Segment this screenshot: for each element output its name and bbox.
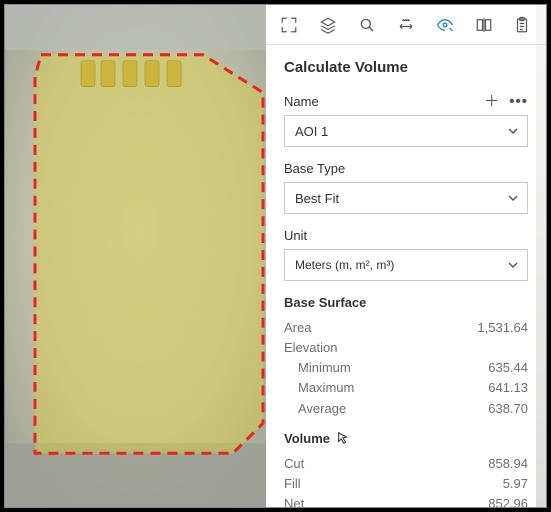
- panel-title: Calculate Volume: [284, 59, 528, 76]
- avg-value: 638.70: [488, 399, 528, 419]
- aoi-options-icon[interactable]: •••: [509, 94, 528, 109]
- chevron-down-icon: [507, 259, 519, 271]
- name-select[interactable]: AOI 1: [284, 115, 528, 147]
- area-value: 1,531.64: [477, 318, 528, 338]
- fill-label: Fill: [284, 474, 301, 494]
- chevron-down-icon: [507, 192, 519, 204]
- fill-value: 5.97: [503, 474, 528, 494]
- net-label: Net: [284, 494, 304, 507]
- min-value: 635.44: [488, 358, 528, 378]
- layers-tool[interactable]: [311, 8, 345, 42]
- unit-label: Unit: [284, 228, 307, 243]
- chevron-down-icon: [507, 125, 519, 137]
- search-tool[interactable]: [350, 8, 384, 42]
- unit-value: Meters (m, m², m³): [295, 258, 394, 272]
- map-canvas[interactable]: [5, 5, 275, 507]
- net-value: 852.96: [488, 494, 528, 507]
- toolbar: [266, 5, 546, 45]
- base-type-select[interactable]: Best Fit: [284, 182, 528, 214]
- area-label: Area: [284, 318, 311, 338]
- unit-select[interactable]: Meters (m, m², m³): [284, 249, 528, 281]
- cut-label: Cut: [284, 454, 304, 474]
- elevation-label: Elevation: [284, 338, 337, 358]
- base-type-label: Base Type: [284, 161, 345, 176]
- add-aoi-icon[interactable]: ＋: [484, 94, 499, 109]
- cut-value: 858.94: [488, 454, 528, 474]
- measure-tool[interactable]: [389, 8, 423, 42]
- clipboard-tool[interactable]: [505, 8, 539, 42]
- calculate-volume-panel: Calculate Volume Name ＋ ••• AOI 1: [266, 45, 546, 507]
- base-surface-heading: Base Surface: [284, 295, 528, 310]
- name-label: Name: [284, 94, 319, 109]
- min-label: Minimum: [298, 358, 351, 378]
- max-value: 641.13: [488, 378, 528, 398]
- extent-tool[interactable]: [272, 8, 306, 42]
- compare-tool[interactable]: [467, 8, 501, 42]
- volume-heading: Volume: [284, 431, 330, 446]
- base-type-value: Best Fit: [295, 191, 339, 206]
- view-3d-tool[interactable]: [428, 8, 462, 42]
- name-select-value: AOI 1: [295, 124, 328, 139]
- max-label: Maximum: [298, 378, 354, 398]
- avg-label: Average: [298, 399, 346, 419]
- cursor-icon: [336, 431, 350, 445]
- aoi-polygon[interactable]: [35, 55, 263, 453]
